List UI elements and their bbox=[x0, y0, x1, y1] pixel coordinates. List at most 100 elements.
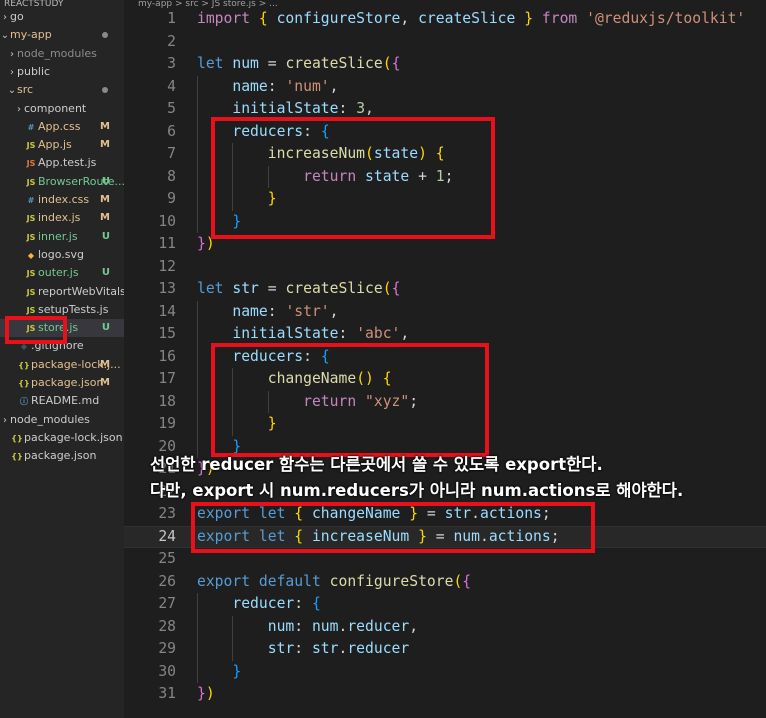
tree-item[interactable]: ⌄my-app bbox=[0, 26, 124, 44]
annotation-box-exports bbox=[191, 502, 595, 553]
line-number: 24 bbox=[158, 527, 176, 545]
breadcrumb[interactable]: my-app > src > JS store.js > ... bbox=[124, 0, 766, 8]
git-status-badge: M bbox=[100, 212, 110, 224]
annotation-box-reducers-str bbox=[211, 343, 489, 457]
tree-item[interactable]: ⓘ README.md bbox=[0, 392, 124, 410]
code-text: }) bbox=[197, 683, 215, 706]
line-number: 19 bbox=[158, 415, 176, 432]
code-token: : bbox=[338, 100, 357, 117]
code-token: , bbox=[409, 617, 419, 635]
code-line[interactable]: 12 bbox=[124, 256, 766, 279]
code-line[interactable]: 1 import { configureStore, createSlice } … bbox=[124, 8, 766, 31]
code-line[interactable]: 3 let num = createSlice({ bbox=[124, 53, 766, 76]
code-line[interactable]: 2 bbox=[124, 31, 766, 54]
annotation-box-reducers-num bbox=[211, 117, 495, 239]
tree-item[interactable]: JS index.js M bbox=[0, 209, 124, 227]
tree-item[interactable]: › node_modules bbox=[0, 411, 124, 429]
code-token: : bbox=[338, 325, 357, 342]
tree-item[interactable]: {}package.json bbox=[0, 447, 124, 465]
file-type-icon: JS bbox=[26, 287, 36, 297]
tree-item-label: public bbox=[17, 64, 51, 78]
line-number: 2 bbox=[167, 32, 176, 50]
line-number: 15 bbox=[158, 325, 176, 342]
tree-item[interactable]: › node_modules bbox=[0, 45, 124, 63]
line-number: 11 bbox=[158, 235, 176, 252]
code-line[interactable]: 13 let str = createSlice({ bbox=[124, 278, 766, 301]
file-type-icon: {} bbox=[18, 360, 30, 370]
code-text: let num = createSlice({ bbox=[197, 53, 400, 76]
tree-item[interactable]: # App.css M bbox=[0, 118, 124, 136]
tree-item[interactable]: {}package-lock.json bbox=[0, 429, 124, 447]
tree-item[interactable]: ⌄src bbox=[0, 81, 124, 99]
line-number: 9 bbox=[167, 190, 176, 207]
git-status-badge: U bbox=[101, 322, 110, 334]
code-line[interactable]: 31}) bbox=[124, 683, 766, 706]
code-token: } bbox=[197, 235, 206, 252]
code-line[interactable]: 29 str: str.reducer bbox=[124, 638, 766, 661]
tree-item[interactable]: › component bbox=[0, 100, 124, 118]
file-type-icon: ⓘ bbox=[20, 397, 28, 407]
code-line[interactable]: 30 } bbox=[124, 660, 766, 683]
tree-item[interactable]: # index.css M bbox=[0, 191, 124, 209]
code-line[interactable]: 28 num: num.reducer, bbox=[124, 615, 766, 638]
code-token: } bbox=[524, 10, 534, 27]
code-text: reducer: { bbox=[197, 593, 321, 616]
code-token: default bbox=[258, 572, 321, 590]
tree-item-label: component bbox=[24, 101, 87, 115]
line-number: 7 bbox=[167, 145, 176, 162]
tree-item[interactable]: JS outer.js U bbox=[0, 264, 124, 282]
tree-item-label: src bbox=[17, 83, 34, 97]
file-type-icon: JS bbox=[26, 269, 36, 279]
line-number: 14 bbox=[158, 302, 176, 320]
code-line[interactable]: 14 name: 'str', bbox=[124, 300, 766, 323]
git-status-badge: U bbox=[101, 230, 110, 242]
tree-item-label: reportWebVitals.js bbox=[38, 284, 124, 298]
code-token: : bbox=[294, 595, 312, 612]
code-line[interactable]: 4 name: 'num', bbox=[124, 75, 766, 98]
tree-item-label: package.json bbox=[31, 376, 104, 389]
code-token: name bbox=[232, 302, 268, 320]
chevron-down-icon: ⌄ bbox=[0, 30, 10, 42]
code-token: createSlice bbox=[285, 55, 383, 72]
line-number: 31 bbox=[158, 685, 176, 702]
tree-item[interactable]: › public bbox=[0, 63, 124, 81]
tree-item[interactable]: JS BrowserRoute... U bbox=[0, 173, 124, 191]
tree-item-label: node_modules bbox=[17, 46, 97, 60]
code-token: name bbox=[232, 77, 268, 95]
file-type-icon: {} bbox=[11, 452, 23, 462]
chevron-right-icon: › bbox=[10, 66, 14, 78]
code-token: let bbox=[197, 280, 224, 297]
tree-item[interactable]: {}package-lock.j... M bbox=[0, 356, 124, 374]
tree-item-label: App.js bbox=[38, 138, 72, 152]
tree-item-label: setupTests.js bbox=[38, 302, 109, 316]
code-token: { bbox=[311, 595, 321, 612]
code-line[interactable]: 26 export default configureStore({ bbox=[124, 571, 766, 594]
tree-item[interactable]: {}package.json M bbox=[0, 374, 124, 392]
tree-item[interactable]: JS App.test.js bbox=[0, 154, 124, 172]
code-token: : bbox=[267, 77, 286, 95]
code-token: , bbox=[329, 77, 339, 95]
tree-item[interactable]: JS inner.js U bbox=[0, 228, 124, 246]
code-token: configureStore bbox=[276, 10, 401, 27]
tree-item[interactable]: JS App.js M bbox=[0, 136, 124, 154]
tree-item[interactable]: › go bbox=[0, 8, 124, 26]
tree-item[interactable]: JSreportWebVitals.js bbox=[0, 283, 124, 301]
code-token: } bbox=[232, 662, 242, 680]
annotation-caption-line-2: 다만, export 시 num.reducers가 아니라 num.actio… bbox=[150, 481, 684, 500]
code-line[interactable]: 27 reducer: { bbox=[124, 593, 766, 616]
file-type-icon: {} bbox=[11, 433, 23, 443]
git-status-badge: M bbox=[100, 194, 110, 205]
code-text: let str = createSlice({ bbox=[197, 278, 400, 301]
code-token: { bbox=[391, 280, 401, 297]
tree-item[interactable]: ◆ logo.svg bbox=[0, 246, 124, 264]
code-token: ( bbox=[382, 280, 392, 297]
code-token: { bbox=[462, 572, 472, 590]
